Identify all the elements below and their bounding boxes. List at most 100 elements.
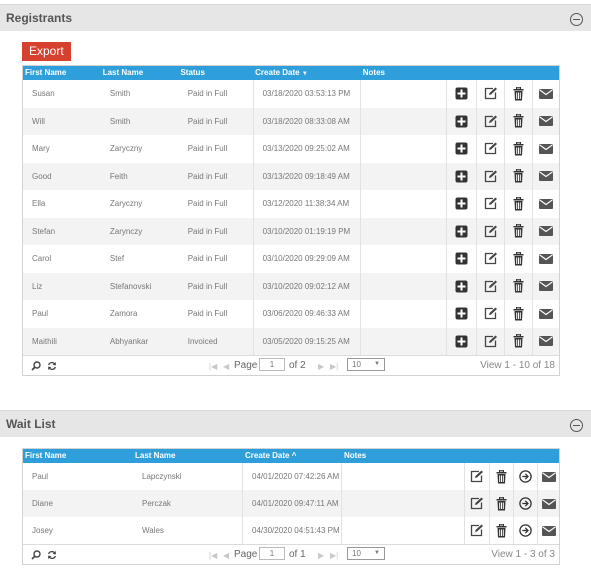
envelope-icon[interactable]	[532, 80, 559, 108]
create-date-cell: 03/18/2020 08:33:08 AM	[254, 107, 362, 135]
create-date-cell: 04/01/2020 09:47:11 AM	[243, 490, 342, 517]
envelope-icon[interactable]	[537, 490, 559, 517]
table-row[interactable]: Susan Smith Paid in Full 03/18/2020 03:53:1…	[23, 80, 559, 108]
edit-icon[interactable]	[476, 162, 504, 190]
last-page-icon[interactable]: ▶|	[330, 362, 338, 371]
wl-column-create-date[interactable]: Create Date ^	[243, 449, 342, 463]
envelope-icon[interactable]	[532, 162, 559, 190]
column-status[interactable]: Status	[178, 66, 253, 80]
wl-column-last-name[interactable]: Last Name	[133, 449, 243, 463]
envelope-icon[interactable]	[532, 272, 559, 300]
edit-icon[interactable]	[464, 490, 489, 517]
prev-page-icon[interactable]: ◀	[223, 551, 229, 560]
wl-column-create-date-label: Create Date	[245, 451, 290, 460]
next-page-icon[interactable]: ▶	[318, 551, 324, 560]
rows-per-page-select[interactable]: 10 ▼	[347, 547, 385, 560]
trash-icon[interactable]	[504, 107, 532, 135]
trash-icon[interactable]	[489, 463, 513, 490]
edit-icon[interactable]	[476, 272, 504, 300]
edit-icon[interactable]	[476, 327, 504, 355]
refresh-icon[interactable]	[47, 361, 57, 371]
column-first-name[interactable]: First Name	[23, 66, 101, 80]
envelope-icon[interactable]	[537, 517, 559, 544]
add-icon[interactable]	[446, 300, 476, 328]
arrow-circle-right-icon[interactable]	[513, 490, 537, 517]
next-page-icon[interactable]: ▶	[318, 362, 324, 371]
search-icon[interactable]	[31, 550, 41, 560]
envelope-icon[interactable]	[532, 190, 559, 218]
envelope-icon[interactable]	[532, 217, 559, 245]
trash-icon[interactable]	[489, 517, 513, 544]
trash-icon[interactable]	[504, 190, 532, 218]
waitlist-pager: |◀ ◀ Page 1 of 1 ▶ ▶| 10 ▼ View 1 - 3 of …	[23, 544, 559, 564]
trash-icon[interactable]	[489, 490, 513, 517]
search-icon[interactable]	[31, 361, 41, 371]
add-icon[interactable]	[446, 80, 476, 108]
add-icon[interactable]	[446, 162, 476, 190]
envelope-icon[interactable]	[537, 463, 559, 490]
table-row[interactable]: Stefan Zarynczy Paid in Full 03/10/2020 01:…	[23, 217, 559, 245]
create-date-cell: 03/12/2020 11:38:34 AM	[254, 190, 362, 218]
edit-icon[interactable]	[464, 517, 489, 544]
table-row[interactable]: Liz Stefanovski Paid in Full 03/10/2020 09:…	[23, 272, 559, 301]
trash-icon[interactable]	[504, 245, 532, 273]
add-icon[interactable]	[446, 245, 476, 273]
first-page-icon[interactable]: |◀	[209, 362, 217, 371]
table-row[interactable]: Ella Zaryczny Paid in Full 03/12/2020 11:38…	[23, 190, 559, 218]
add-icon[interactable]	[446, 135, 476, 163]
envelope-icon[interactable]	[532, 327, 559, 355]
edit-icon[interactable]	[464, 463, 489, 490]
table-row[interactable]: Good Feith Paid in Full 03/13/2020 09:18:49…	[23, 162, 559, 190]
edit-icon[interactable]	[476, 245, 504, 273]
envelope-icon[interactable]	[532, 300, 559, 328]
edit-icon[interactable]	[476, 217, 504, 245]
first-page-icon[interactable]: |◀	[209, 551, 217, 560]
trash-icon[interactable]	[504, 300, 532, 328]
envelope-icon[interactable]	[532, 107, 559, 135]
edit-icon[interactable]	[476, 107, 504, 135]
column-create-date[interactable]: Create Date ▼	[253, 66, 361, 80]
table-row[interactable]: Paul Zamora Paid in Full 03/06/2020 09:46:3…	[23, 300, 559, 328]
add-icon[interactable]	[446, 217, 476, 245]
page-input[interactable]: 1	[259, 358, 285, 371]
prev-page-icon[interactable]: ◀	[223, 362, 229, 371]
envelope-icon[interactable]	[532, 245, 559, 273]
arrow-circle-right-icon[interactable]	[513, 517, 537, 544]
notes-cell	[342, 517, 464, 544]
table-row[interactable]: Josey Wales 04/30/2020 04:51:43 PM	[23, 517, 559, 544]
collapse-waitlist-icon[interactable]	[570, 419, 583, 432]
trash-icon[interactable]	[504, 135, 532, 163]
table-row[interactable]: Maithili Abhyankar Invoiced 03/05/2020 09:1…	[23, 327, 559, 355]
trash-icon[interactable]	[504, 217, 532, 245]
page-input[interactable]: 1	[259, 547, 285, 560]
last-name-cell: Zaryczny	[109, 199, 143, 209]
edit-icon[interactable]	[476, 300, 504, 328]
wl-column-first-name[interactable]: First Name	[23, 449, 133, 463]
trash-icon[interactable]	[504, 272, 532, 300]
trash-icon[interactable]	[504, 80, 532, 108]
status-cell: Paid in Full	[179, 300, 254, 328]
last-page-icon[interactable]: ▶|	[330, 551, 338, 560]
collapse-registrants-icon[interactable]	[570, 13, 583, 26]
edit-icon[interactable]	[476, 135, 504, 163]
table-row[interactable]: Diane Perczak 04/01/2020 09:47:11 AM	[23, 490, 559, 517]
trash-icon[interactable]	[504, 162, 532, 190]
add-icon[interactable]	[446, 272, 476, 300]
table-row[interactable]: Carol Stef Paid in Full 03/10/2020 09:29:09…	[23, 245, 559, 273]
table-row[interactable]: Paul Lapczynski 04/01/2020 07:42:26 AM	[23, 463, 559, 490]
add-icon[interactable]	[446, 107, 476, 135]
table-row[interactable]: Mary Zaryczny Paid in Full 03/13/2020 09:25…	[23, 135, 559, 163]
refresh-icon[interactable]	[47, 550, 57, 560]
export-button[interactable]: Export	[22, 42, 71, 61]
table-row[interactable]: Will Smith Paid in Full 03/18/2020 08:33:08…	[23, 107, 559, 135]
envelope-icon[interactable]	[532, 135, 559, 163]
add-icon[interactable]	[446, 190, 476, 218]
add-icon[interactable]	[446, 327, 476, 355]
trash-icon[interactable]	[504, 327, 532, 355]
column-last-name[interactable]: Last Name	[101, 66, 179, 80]
rows-per-page-select[interactable]: 10 ▼	[347, 358, 385, 371]
edit-icon[interactable]	[476, 190, 504, 218]
edit-icon[interactable]	[476, 80, 504, 108]
notes-cell	[361, 273, 446, 301]
arrow-circle-right-icon[interactable]	[513, 463, 537, 490]
